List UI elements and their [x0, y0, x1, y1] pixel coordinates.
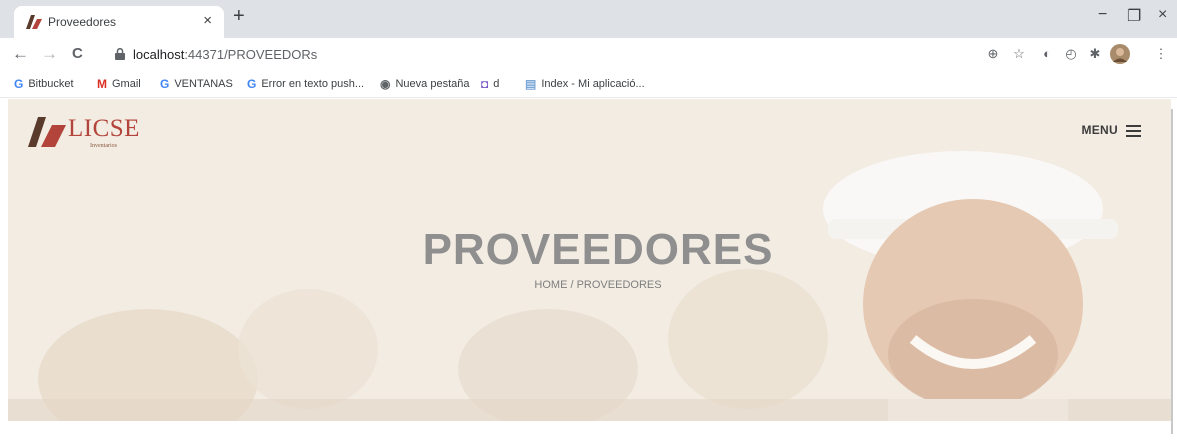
browser-toolbar: ← → C localhost:44371/PROVEEDORs ⊕ ☆ ◐ ◴… [0, 38, 1177, 72]
profile-avatar-icon[interactable] [1110, 44, 1130, 64]
licse-logo-icon [28, 117, 66, 147]
tab-title: Proveedores [48, 15, 117, 29]
url-path: :44371/PROVEEDORs [184, 47, 318, 62]
licse-favicon-icon [26, 15, 42, 29]
google-icon: G [247, 77, 257, 91]
bookmark-item[interactable]: G Error en texto push... [247, 77, 364, 91]
google-icon: G [14, 77, 24, 91]
url-host: localhost [133, 47, 185, 62]
logo-text: LICSE [68, 115, 140, 142]
bookmarks-bar: G Bitbucket M Gmail G VENTANAS G Error e… [0, 72, 1177, 98]
document-icon: ▤ [525, 77, 537, 91]
logo-subtitle: Inventarios [90, 143, 117, 149]
bookmark-item[interactable]: ◉ Nueva pestaña [380, 77, 469, 91]
reload-button[interactable]: C [72, 45, 83, 62]
lock-icon [115, 48, 125, 60]
extension-circle-icon[interactable]: ◐ [1039, 46, 1055, 62]
zoom-icon[interactable]: ⊕ [985, 46, 1001, 62]
extensions-puzzle-icon[interactable]: ✱ [1087, 46, 1103, 62]
bookmark-item[interactable]: M Gmail [97, 77, 141, 91]
hero-banner: LICSE Inventarios MENU PROVEEDORES HOME … [8, 99, 1171, 421]
bookmark-label: Nueva pestaña [395, 78, 470, 90]
close-window-button[interactable]: × [1158, 6, 1167, 24]
site-logo[interactable]: LICSE Inventarios [28, 115, 158, 151]
shield-icon: ◘ [481, 77, 489, 91]
breadcrumb: HOME / PROVEEDORES [534, 279, 662, 291]
back-button[interactable]: ← [12, 44, 29, 64]
bookmark-item[interactable]: ▤ Index - Mi aplicació... [525, 77, 645, 91]
restore-button[interactable]: ❐ [1127, 6, 1141, 26]
page-viewport: LICSE Inventarios MENU PROVEEDORES HOME … [0, 99, 1177, 446]
bookmark-item[interactable]: ◘ d [481, 77, 499, 91]
minimize-button[interactable]: − [1098, 6, 1107, 24]
address-bar[interactable]: localhost:44371/PROVEEDORs [107, 42, 1007, 68]
menu-label: MENU [1081, 123, 1118, 137]
bookmark-label: Index - Mi aplicació... [541, 78, 645, 90]
bookmark-label: Error en texto push... [261, 78, 365, 90]
browser-tab[interactable]: Proveedores × [14, 6, 224, 38]
bookmark-label: Bitbucket [28, 78, 74, 90]
gmail-icon: M [97, 77, 107, 91]
page-title: PROVEEDORES [422, 225, 774, 274]
tab-close-icon[interactable]: × [203, 12, 212, 29]
extension-clock-icon[interactable]: ◴ [1063, 46, 1079, 62]
bookmark-item[interactable]: G Bitbucket [14, 77, 74, 91]
forward-button[interactable]: → [41, 44, 58, 64]
bookmark-label: VENTANAS [174, 78, 233, 90]
new-tab-button[interactable]: + [233, 5, 245, 28]
scrollbar[interactable] [1171, 109, 1173, 434]
bookmark-label: Gmail [112, 78, 141, 90]
globe-icon: ◉ [380, 77, 391, 91]
google-icon: G [160, 77, 170, 91]
tab-strip: Proveedores × + − ❐ × [0, 0, 1177, 38]
more-options-icon[interactable]: ⋮ [1153, 46, 1169, 62]
menu-button[interactable]: MENU [1081, 123, 1141, 137]
bookmark-star-icon[interactable]: ☆ [1011, 46, 1027, 62]
bookmark-label: d [493, 78, 500, 90]
url-text: localhost:44371/PROVEEDORs [133, 47, 317, 62]
hamburger-icon [1126, 124, 1141, 137]
bookmark-item[interactable]: G VENTANAS [160, 77, 233, 91]
